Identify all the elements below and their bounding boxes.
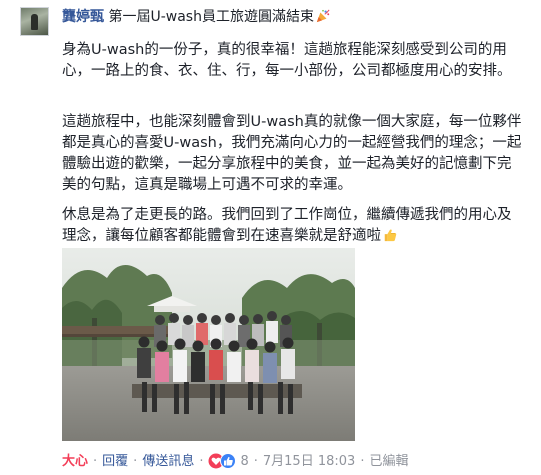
group-photo[interactable] [62, 248, 355, 441]
reaction-count[interactable]: 8 [240, 454, 248, 469]
separator: · [133, 454, 138, 469]
author-name[interactable]: 龔婷甄 [62, 9, 104, 25]
comment-date[interactable]: 7月15日 [263, 454, 314, 469]
comment-actions: 大心 · 回覆 · 傳送訊息 · 8 · 7月15日 18:03 · 已編輯 [62, 453, 408, 475]
post-title: 第一屆U-wash員工旅遊圓滿結束 [108, 9, 314, 25]
send-message-button[interactable]: 傳送訊息 [142, 454, 194, 469]
separator: · [360, 454, 365, 469]
thumbs-up-icon [384, 229, 397, 242]
love-reaction-button[interactable]: 大心 [62, 454, 88, 469]
author-avatar[interactable] [20, 7, 49, 36]
edited-indicator[interactable]: 已編輯 [369, 454, 408, 469]
post-paragraph-1: 身為U-wash的一份子，真的很幸福！這趟旅程能深刻感受到公司的用心，一路上的食… [62, 42, 512, 79]
separator: · [199, 454, 204, 469]
post-paragraph-3-text: 休息是為了走更長的路。我們回到了工作崗位，繼續傳遞我們的用心及理念，讓每位顧客都… [62, 207, 512, 244]
party-popper-icon [316, 9, 330, 23]
post-header: 龔婷甄 第一屆U-wash員工旅遊圓滿結束 [62, 7, 330, 27]
separator: · [93, 454, 98, 469]
comment-time[interactable]: 18:03 [318, 454, 355, 469]
like-reaction-icon [220, 453, 237, 469]
reply-button[interactable]: 回覆 [102, 454, 128, 469]
separator: · [253, 454, 258, 469]
post-paragraph-3: 休息是為了走更長的路。我們回到了工作崗位，繼續傳遞我們的用心及理念，讓每位顧客都… [62, 205, 524, 247]
reaction-summary[interactable] [208, 453, 237, 475]
post-paragraph-2: 這趟旅程中，也能深刻體會到U-wash真的就像一個大家庭，每一位夥伴都是真心的喜… [62, 114, 522, 193]
group-photo-image [62, 248, 355, 441]
